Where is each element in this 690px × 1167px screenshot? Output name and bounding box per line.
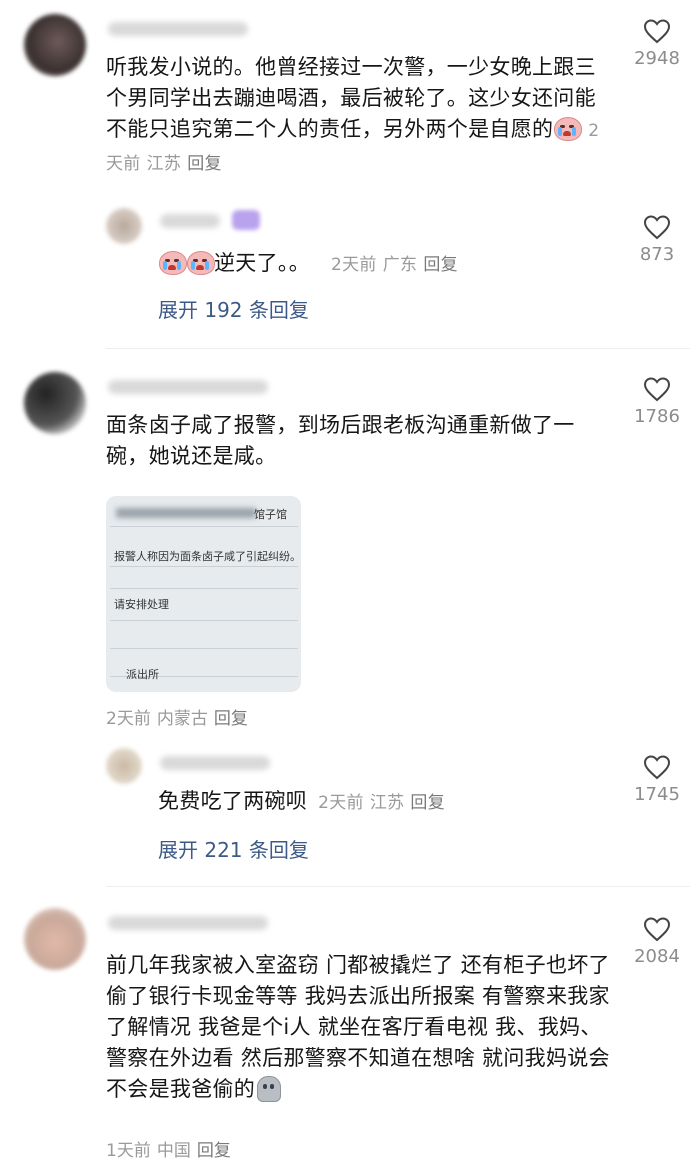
vip-badge bbox=[232, 210, 260, 230]
heart-outline-icon bbox=[643, 215, 671, 240]
like-button[interactable]: 873 bbox=[622, 214, 690, 265]
like-button[interactable]: 1745 bbox=[622, 754, 690, 805]
divider bbox=[106, 886, 690, 887]
form-line bbox=[110, 648, 298, 649]
form-line bbox=[110, 620, 298, 621]
reply-time: 2天前 bbox=[330, 255, 377, 275]
reply-location: 江苏 bbox=[369, 793, 405, 813]
ghost-face-icon bbox=[255, 1075, 282, 1102]
avatar[interactable] bbox=[24, 14, 86, 76]
heart-outline-icon bbox=[643, 377, 671, 402]
heart-outline-icon bbox=[643, 19, 671, 44]
comment-location: 中国 bbox=[156, 1141, 191, 1161]
reply-button[interactable]: 回复 bbox=[410, 793, 445, 813]
heart-outline-icon bbox=[643, 755, 671, 780]
form-line bbox=[110, 566, 298, 567]
reply-text: 免费吃了两碗呗 2天前 江苏 回复 bbox=[158, 786, 598, 819]
crying-face-icon bbox=[186, 250, 215, 275]
like-count: 1745 bbox=[634, 784, 680, 805]
reply-username[interactable] bbox=[160, 214, 220, 228]
reply-meta: 2天前 广东 回复 bbox=[331, 255, 464, 275]
reply-body: 逆天了。。 bbox=[214, 251, 310, 275]
comment-location: 内蒙古 bbox=[156, 709, 208, 729]
comment-text: 听我发小说的。他曾经接过一次警，一少女晚上跟三个男同学出去蹦迪喝酒，最后被轮了。… bbox=[106, 52, 600, 180]
reply-avatar[interactable] bbox=[106, 208, 142, 244]
like-count: 2948 bbox=[634, 48, 680, 69]
image-line-text: 请安排处理 bbox=[114, 598, 169, 611]
reply-avatar[interactable] bbox=[106, 748, 142, 784]
heart-outline-icon bbox=[643, 917, 671, 942]
image-header-text: 馆子馆 bbox=[254, 508, 287, 521]
comment-body: 听我发小说的。他曾经接过一次警，一少女晚上跟三个男同学出去蹦迪喝酒，最后被轮了。… bbox=[106, 55, 596, 141]
reply-button[interactable]: 回复 bbox=[187, 154, 222, 174]
expand-replies-button[interactable]: 展开 221 条回复 bbox=[158, 834, 309, 863]
reply-time: 2天前 bbox=[318, 793, 364, 813]
comment-text: 面条卤子咸了报警，到场后跟老板沟通重新做了一碗，她说还是咸。 bbox=[106, 413, 575, 468]
username[interactable] bbox=[108, 916, 268, 930]
reply-username[interactable] bbox=[160, 756, 270, 770]
comment-location: 江苏 bbox=[146, 154, 182, 174]
reply-location: 广东 bbox=[382, 255, 418, 275]
comment-image[interactable]: 馆子馆 报警人称因为面条卤子咸了引起纠纷。 请安排处理 派出所 bbox=[106, 496, 301, 692]
comment-time: 2天前 bbox=[106, 709, 151, 729]
crying-face-icon bbox=[553, 116, 583, 141]
comment-meta: 1天前 中国 回复 bbox=[106, 1136, 237, 1161]
like-button[interactable]: 1786 bbox=[622, 376, 690, 427]
comment-time: 1天前 bbox=[106, 1141, 151, 1161]
like-button[interactable]: 2084 bbox=[622, 916, 690, 967]
divider bbox=[106, 348, 690, 349]
image-line-text: 报警人称因为面条卤子咸了引起纠纷。 bbox=[114, 550, 301, 563]
comment-body: 前几年我家被入室盗窃 门都被撬烂了 还有柜子也坏了 偷了银行卡现金等等 我妈去派… bbox=[106, 953, 610, 1101]
avatar[interactable] bbox=[24, 372, 86, 434]
image-line-text: 派出所 bbox=[126, 668, 159, 681]
like-count: 873 bbox=[639, 244, 675, 265]
form-line bbox=[110, 588, 298, 589]
form-line bbox=[110, 526, 298, 527]
reply-button[interactable]: 回复 bbox=[197, 1141, 231, 1161]
reply-text: 逆天了。。 2天前 广东 回复 bbox=[158, 248, 598, 281]
comment-text: 前几年我家被入室盗窃 门都被撬烂了 还有柜子也坏了 偷了银行卡现金等等 我妈去派… bbox=[106, 950, 614, 1105]
reply-button[interactable]: 回复 bbox=[423, 255, 458, 275]
blurred-header bbox=[116, 508, 256, 518]
avatar[interactable] bbox=[24, 908, 86, 970]
reply-body: 免费吃了两碗呗 bbox=[158, 789, 308, 813]
comment-meta: 2天前 内蒙古 回复 bbox=[106, 704, 254, 729]
expand-replies-button[interactable]: 展开 192 条回复 bbox=[158, 294, 309, 323]
username[interactable] bbox=[108, 22, 248, 36]
crying-face-icon bbox=[158, 250, 187, 275]
like-button[interactable]: 2948 bbox=[622, 18, 690, 69]
username[interactable] bbox=[108, 380, 268, 394]
like-count: 1786 bbox=[634, 406, 680, 427]
reply-meta: 2天前 江苏 回复 bbox=[318, 793, 451, 813]
reply-button[interactable]: 回复 bbox=[214, 709, 248, 729]
like-count: 2084 bbox=[634, 946, 680, 967]
